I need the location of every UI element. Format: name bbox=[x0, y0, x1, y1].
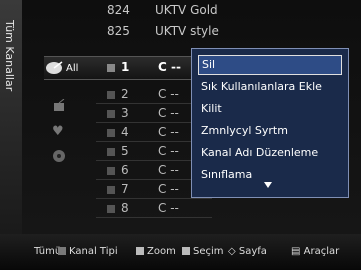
channel-name: C -- bbox=[158, 201, 179, 215]
channel-number: 7 bbox=[121, 182, 129, 196]
sidebar-title: Tüm Kanallar bbox=[3, 20, 16, 92]
menu-item-delete[interactable]: Sil bbox=[198, 55, 342, 75]
channel-number: 5 bbox=[121, 144, 129, 158]
help-channel-type-label: Kanal Tipi bbox=[69, 246, 118, 257]
channel-name: C -- bbox=[158, 144, 179, 158]
context-menu: Sil Sık Kullanılanlara Ekle Kilit Zmnlyc… bbox=[191, 48, 349, 198]
sidebar-title-bar: Tüm Kanallar bbox=[0, 0, 22, 234]
filter-favorites-tab[interactable]: ♥ bbox=[52, 120, 68, 139]
help-page-label: Sayfa bbox=[238, 246, 267, 257]
channel-name: C -- bbox=[158, 182, 179, 196]
help-zoom-label: Zoom bbox=[147, 246, 176, 257]
help-page[interactable]: ◇ Sayfa bbox=[228, 246, 267, 257]
channel-number: 824 bbox=[107, 3, 130, 17]
filter-antenna-tab[interactable] bbox=[52, 98, 68, 114]
channel-name: C -- bbox=[158, 60, 181, 74]
help-tools-label: Araçlar bbox=[303, 246, 340, 257]
bottom-help-bar: Tümü Kanal Tipi Zoom Seçim ◇ Sayfa ▤ Ara… bbox=[0, 234, 361, 270]
channel-number: 825 bbox=[107, 24, 130, 38]
page-updown-icon: ◇ bbox=[228, 246, 236, 257]
channel-name: C -- bbox=[158, 106, 179, 120]
channel-name: C -- bbox=[158, 163, 179, 177]
row-marker bbox=[107, 91, 115, 99]
channel-number: 4 bbox=[121, 125, 129, 139]
menu-item-timer-view[interactable]: Zmnlycyl Syrtm bbox=[198, 121, 342, 141]
menu-item-lock[interactable]: Kilit bbox=[198, 99, 342, 119]
channel-number: 6 bbox=[121, 163, 129, 177]
row-marker bbox=[107, 148, 115, 156]
row-marker bbox=[107, 129, 115, 137]
channel-name: C -- bbox=[158, 125, 179, 139]
channel-name: UKTV style bbox=[155, 24, 219, 38]
tv-antenna-icon bbox=[54, 98, 65, 111]
row-marker bbox=[107, 205, 115, 213]
heart-icon: ♥ bbox=[52, 124, 64, 139]
filter-all-tab[interactable]: All bbox=[44, 58, 92, 78]
filter-all-label: All bbox=[66, 63, 79, 74]
channel-number: 3 bbox=[121, 106, 129, 120]
channel-list-screen: Tüm Kanallar 824 UKTV Gold 825 UKTV styl… bbox=[0, 0, 361, 270]
help-select[interactable]: Seçim bbox=[182, 246, 224, 257]
channel-name: C -- bbox=[158, 87, 179, 101]
help-zoom[interactable]: Zoom bbox=[136, 246, 176, 257]
help-channel-type[interactable]: Kanal Tipi bbox=[58, 246, 118, 257]
channel-name: UKTV Gold bbox=[155, 3, 218, 17]
help-tools[interactable]: ▤ Araçlar bbox=[291, 246, 339, 257]
row-marker bbox=[107, 110, 115, 118]
tools-icon: ▤ bbox=[291, 246, 301, 257]
row-marker bbox=[107, 186, 115, 194]
red-button-icon bbox=[58, 247, 66, 255]
row-marker bbox=[107, 167, 115, 175]
row-divider bbox=[96, 198, 212, 199]
row-divider bbox=[96, 217, 212, 218]
help-select-label: Seçim bbox=[193, 246, 224, 257]
filter-locked-tab[interactable] bbox=[52, 148, 68, 164]
menu-item-add-favorite[interactable]: Sık Kullanılanlara Ekle bbox=[198, 77, 342, 97]
channel-number: 1 bbox=[121, 60, 130, 74]
yellow-button-icon bbox=[136, 247, 144, 255]
channel-number: 8 bbox=[121, 201, 129, 215]
channel-number: 2 bbox=[121, 87, 129, 101]
scroll-down-icon[interactable] bbox=[264, 182, 272, 188]
menu-item-edit-channel-name[interactable]: Kanal Adı Düzenleme bbox=[198, 143, 342, 163]
lock-icon bbox=[53, 150, 65, 162]
blue-button-icon bbox=[182, 247, 190, 255]
satellite-dish-icon bbox=[46, 61, 63, 74]
row-marker bbox=[107, 64, 115, 72]
